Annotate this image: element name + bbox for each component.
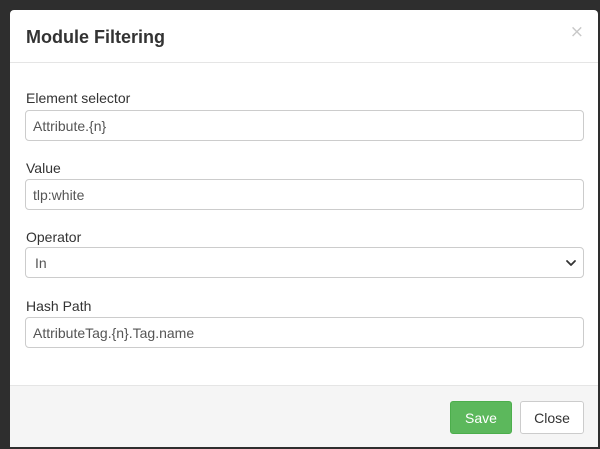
- hash-path-label: Hash Path: [26, 298, 92, 314]
- value-label: Value: [26, 160, 61, 176]
- modal-title: Module Filtering: [26, 27, 165, 47]
- chevron-down-icon: [566, 260, 576, 266]
- module-filtering-dialog: Module Filtering × Element selector Valu…: [10, 10, 598, 447]
- hash-path-input[interactable]: [25, 317, 584, 348]
- operator-selected-value: In: [35, 255, 47, 271]
- close-button[interactable]: Close: [520, 401, 584, 434]
- element-selector-input[interactable]: [25, 110, 584, 141]
- save-button[interactable]: Save: [450, 401, 512, 434]
- close-icon[interactable]: ×: [570, 24, 584, 41]
- modal-footer: Save Close: [10, 385, 598, 447]
- operator-select[interactable]: In: [25, 247, 584, 278]
- operator-label: Operator: [26, 229, 82, 245]
- element-selector-label: Element selector: [26, 90, 131, 106]
- modal-body: Element selector Value Operator In Hash …: [10, 63, 598, 385]
- modal-header: Module Filtering ×: [10, 10, 598, 63]
- value-input[interactable]: [25, 179, 584, 210]
